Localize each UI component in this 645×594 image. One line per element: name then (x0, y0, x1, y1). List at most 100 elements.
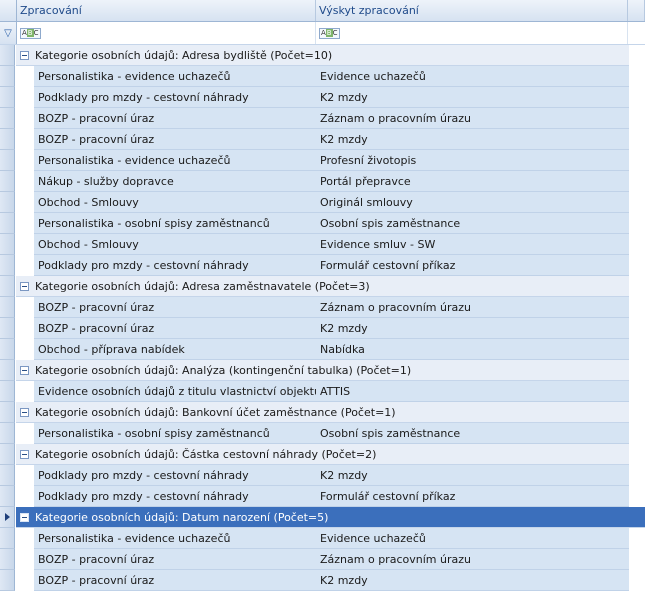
cell-zpracovani[interactable]: BOZP - pracovní úraz (34, 297, 316, 317)
cell-vyskyt[interactable]: Evidence uchazečů (316, 528, 629, 548)
table-row[interactable]: Personalistika - evidence uchazečů Eviden… (0, 66, 645, 87)
table-row[interactable]: BOZP - pracovní úraz K2 mzdy (0, 570, 645, 591)
row-indicator[interactable] (0, 402, 15, 423)
cell-vyskyt[interactable]: Portál přepravce (316, 171, 629, 191)
cell-vyskyt[interactable]: ATTIS (316, 381, 629, 401)
cell-vyskyt[interactable]: K2 mzdy (316, 570, 629, 590)
row-indicator[interactable] (0, 528, 15, 549)
cell-vyskyt[interactable]: Osobní spis zaměstnance (316, 213, 629, 233)
collapse-icon[interactable] (20, 50, 29, 60)
row-indicator[interactable] (0, 381, 15, 402)
row-indicator[interactable] (0, 150, 15, 171)
table-row[interactable]: Personalistika - evidence uchazečů Profes… (0, 150, 645, 171)
cell-zpracovani[interactable]: Podklady pro mzdy - cestovní náhrady (34, 486, 316, 506)
cell-zpracovani[interactable]: Podklady pro mzdy - cestovní náhrady (34, 87, 316, 107)
funnel-icon[interactable]: ▽ (0, 22, 17, 44)
cell-vyskyt[interactable]: Formulář cestovní příkaz (316, 255, 629, 275)
cell-vyskyt[interactable]: K2 mzdy (316, 129, 629, 149)
row-indicator[interactable] (0, 192, 15, 213)
group-header[interactable]: Kategorie osobních údajů: Bankovní účet … (16, 402, 629, 423)
table-row[interactable]: Obchod - příprava nabídek Nabídka (0, 339, 645, 360)
table-row[interactable]: Personalistika - evidence uchazečů Eviden… (0, 528, 645, 549)
row-indicator[interactable] (0, 171, 15, 192)
row-indicator[interactable] (0, 360, 15, 381)
cell-vyskyt[interactable]: Nabídka (316, 339, 629, 359)
row-indicator[interactable] (0, 465, 15, 486)
table-row[interactable]: BOZP - pracovní úraz K2 mzdy (0, 129, 645, 150)
row-indicator[interactable] (0, 297, 15, 318)
cell-zpracovani[interactable]: Nákup - služby dopravce (34, 171, 316, 191)
row-indicator[interactable] (0, 318, 15, 339)
cell-zpracovani[interactable]: Personalistika - osobní spisy zaměstnanc… (34, 423, 316, 443)
cell-vyskyt[interactable]: Záznam o pracovním úrazu (316, 108, 629, 128)
column-header-vyskyt[interactable]: Výskyt zpracování (316, 0, 628, 21)
table-row[interactable]: Obchod - Smlouvy Evidence smluv - SW (0, 234, 645, 255)
cell-zpracovani[interactable]: BOZP - pracovní úraz (34, 129, 316, 149)
cell-zpracovani[interactable]: Podklady pro mzdy - cestovní náhrady (34, 465, 316, 485)
row-indicator[interactable] (0, 570, 15, 591)
table-row[interactable]: Podklady pro mzdy - cestovní náhrady K2 m… (0, 87, 645, 108)
cell-vyskyt[interactable]: Originál smlouvy (316, 192, 629, 212)
cell-zpracovani[interactable]: Personalistika - evidence uchazečů (34, 150, 316, 170)
text-filter-icon[interactable]: ABC (20, 27, 41, 39)
cell-vyskyt[interactable]: Evidence uchazečů (316, 66, 629, 86)
collapse-icon[interactable] (20, 512, 29, 522)
cell-vyskyt[interactable]: K2 mzdy (316, 318, 629, 338)
table-row[interactable]: Personalistika - osobní spisy zaměstnanc… (0, 423, 645, 444)
table-row[interactable]: Podklady pro mzdy - cestovní náhrady Form… (0, 255, 645, 276)
row-indicator[interactable] (0, 234, 15, 255)
cell-vyskyt[interactable]: K2 mzdy (316, 465, 629, 485)
cell-vyskyt[interactable]: Evidence smluv - SW (316, 234, 629, 254)
row-indicator[interactable] (0, 213, 15, 234)
row-indicator[interactable] (0, 87, 15, 108)
group-header[interactable]: Kategorie osobních údajů: Adresa zaměstn… (16, 276, 629, 297)
cell-vyskyt[interactable]: Profesní životopis (316, 150, 629, 170)
row-indicator[interactable] (0, 129, 15, 150)
collapse-icon[interactable] (20, 365, 29, 375)
collapse-icon[interactable] (20, 449, 29, 459)
cell-zpracovani[interactable]: BOZP - pracovní úraz (34, 108, 316, 128)
table-row[interactable]: Evidence osobních údajů z titulu vlastni… (0, 381, 645, 402)
cell-zpracovani[interactable]: Podklady pro mzdy - cestovní náhrady (34, 255, 316, 275)
cell-vyskyt[interactable]: Záznam o pracovním úrazu (316, 549, 629, 569)
group-row[interactable]: Kategorie osobních údajů: Bankovní účet … (0, 402, 645, 423)
table-row[interactable]: Podklady pro mzdy - cestovní náhrady Form… (0, 486, 645, 507)
cell-zpracovani[interactable]: BOZP - pracovní úraz (34, 570, 316, 590)
group-header[interactable]: Kategorie osobních údajů: Adresa bydlišt… (16, 45, 629, 66)
table-row[interactable]: BOZP - pracovní úraz Záznam o pracovním ú… (0, 108, 645, 129)
row-indicator[interactable] (0, 549, 15, 570)
group-header[interactable]: Kategorie osobních údajů: Analýza (konti… (16, 360, 629, 381)
cell-vyskyt[interactable]: Záznam o pracovním úrazu (316, 297, 629, 317)
table-row[interactable]: BOZP - pracovní úraz Záznam o pracovním ú… (0, 297, 645, 318)
table-row[interactable]: Nákup - služby dopravce Portál přepravce (0, 171, 645, 192)
group-row[interactable]: Kategorie osobních údajů: Adresa zaměstn… (0, 276, 645, 297)
cell-zpracovani[interactable]: Obchod - příprava nabídek (34, 339, 316, 359)
cell-zpracovani[interactable]: Obchod - Smlouvy (34, 234, 316, 254)
row-indicator[interactable] (0, 444, 15, 465)
cell-vyskyt[interactable]: Formulář cestovní příkaz (316, 486, 629, 506)
table-row[interactable]: BOZP - pracovní úraz K2 mzdy (0, 318, 645, 339)
row-indicator[interactable] (0, 45, 15, 66)
group-row[interactable]: Kategorie osobních údajů: Datum narození… (0, 507, 645, 528)
cell-zpracovani[interactable]: BOZP - pracovní úraz (34, 549, 316, 569)
text-filter-icon[interactable]: ABC (319, 27, 340, 39)
row-indicator[interactable] (0, 66, 15, 87)
filter-cell-zpracovani[interactable]: ABC (17, 22, 316, 44)
group-header[interactable]: Kategorie osobních údajů: Částka cestovn… (16, 444, 629, 465)
collapse-icon[interactable] (20, 407, 29, 417)
cell-zpracovani[interactable]: Personalistika - osobní spisy zaměstnanc… (34, 213, 316, 233)
table-row[interactable]: BOZP - pracovní úraz Záznam o pracovním ú… (0, 549, 645, 570)
table-row[interactable]: Obchod - Smlouvy Originál smlouvy (0, 192, 645, 213)
row-indicator[interactable] (0, 276, 15, 297)
cell-vyskyt[interactable]: K2 mzdy (316, 87, 629, 107)
cell-zpracovani[interactable]: Evidence osobních údajů z titulu vlastni… (34, 381, 316, 401)
cell-zpracovani[interactable]: Personalistika - evidence uchazečů (34, 528, 316, 548)
row-indicator[interactable] (0, 339, 15, 360)
cell-vyskyt[interactable]: Osobní spis zaměstnance (316, 423, 629, 443)
group-row[interactable]: Kategorie osobních údajů: Adresa bydlišt… (0, 45, 645, 66)
row-indicator[interactable] (0, 255, 15, 276)
collapse-icon[interactable] (20, 281, 29, 291)
table-row[interactable]: Podklady pro mzdy - cestovní náhrady K2 m… (0, 465, 645, 486)
column-header-zpracovani[interactable]: Zpracování (17, 0, 316, 21)
filter-cell-vyskyt[interactable]: ABC (316, 22, 628, 44)
